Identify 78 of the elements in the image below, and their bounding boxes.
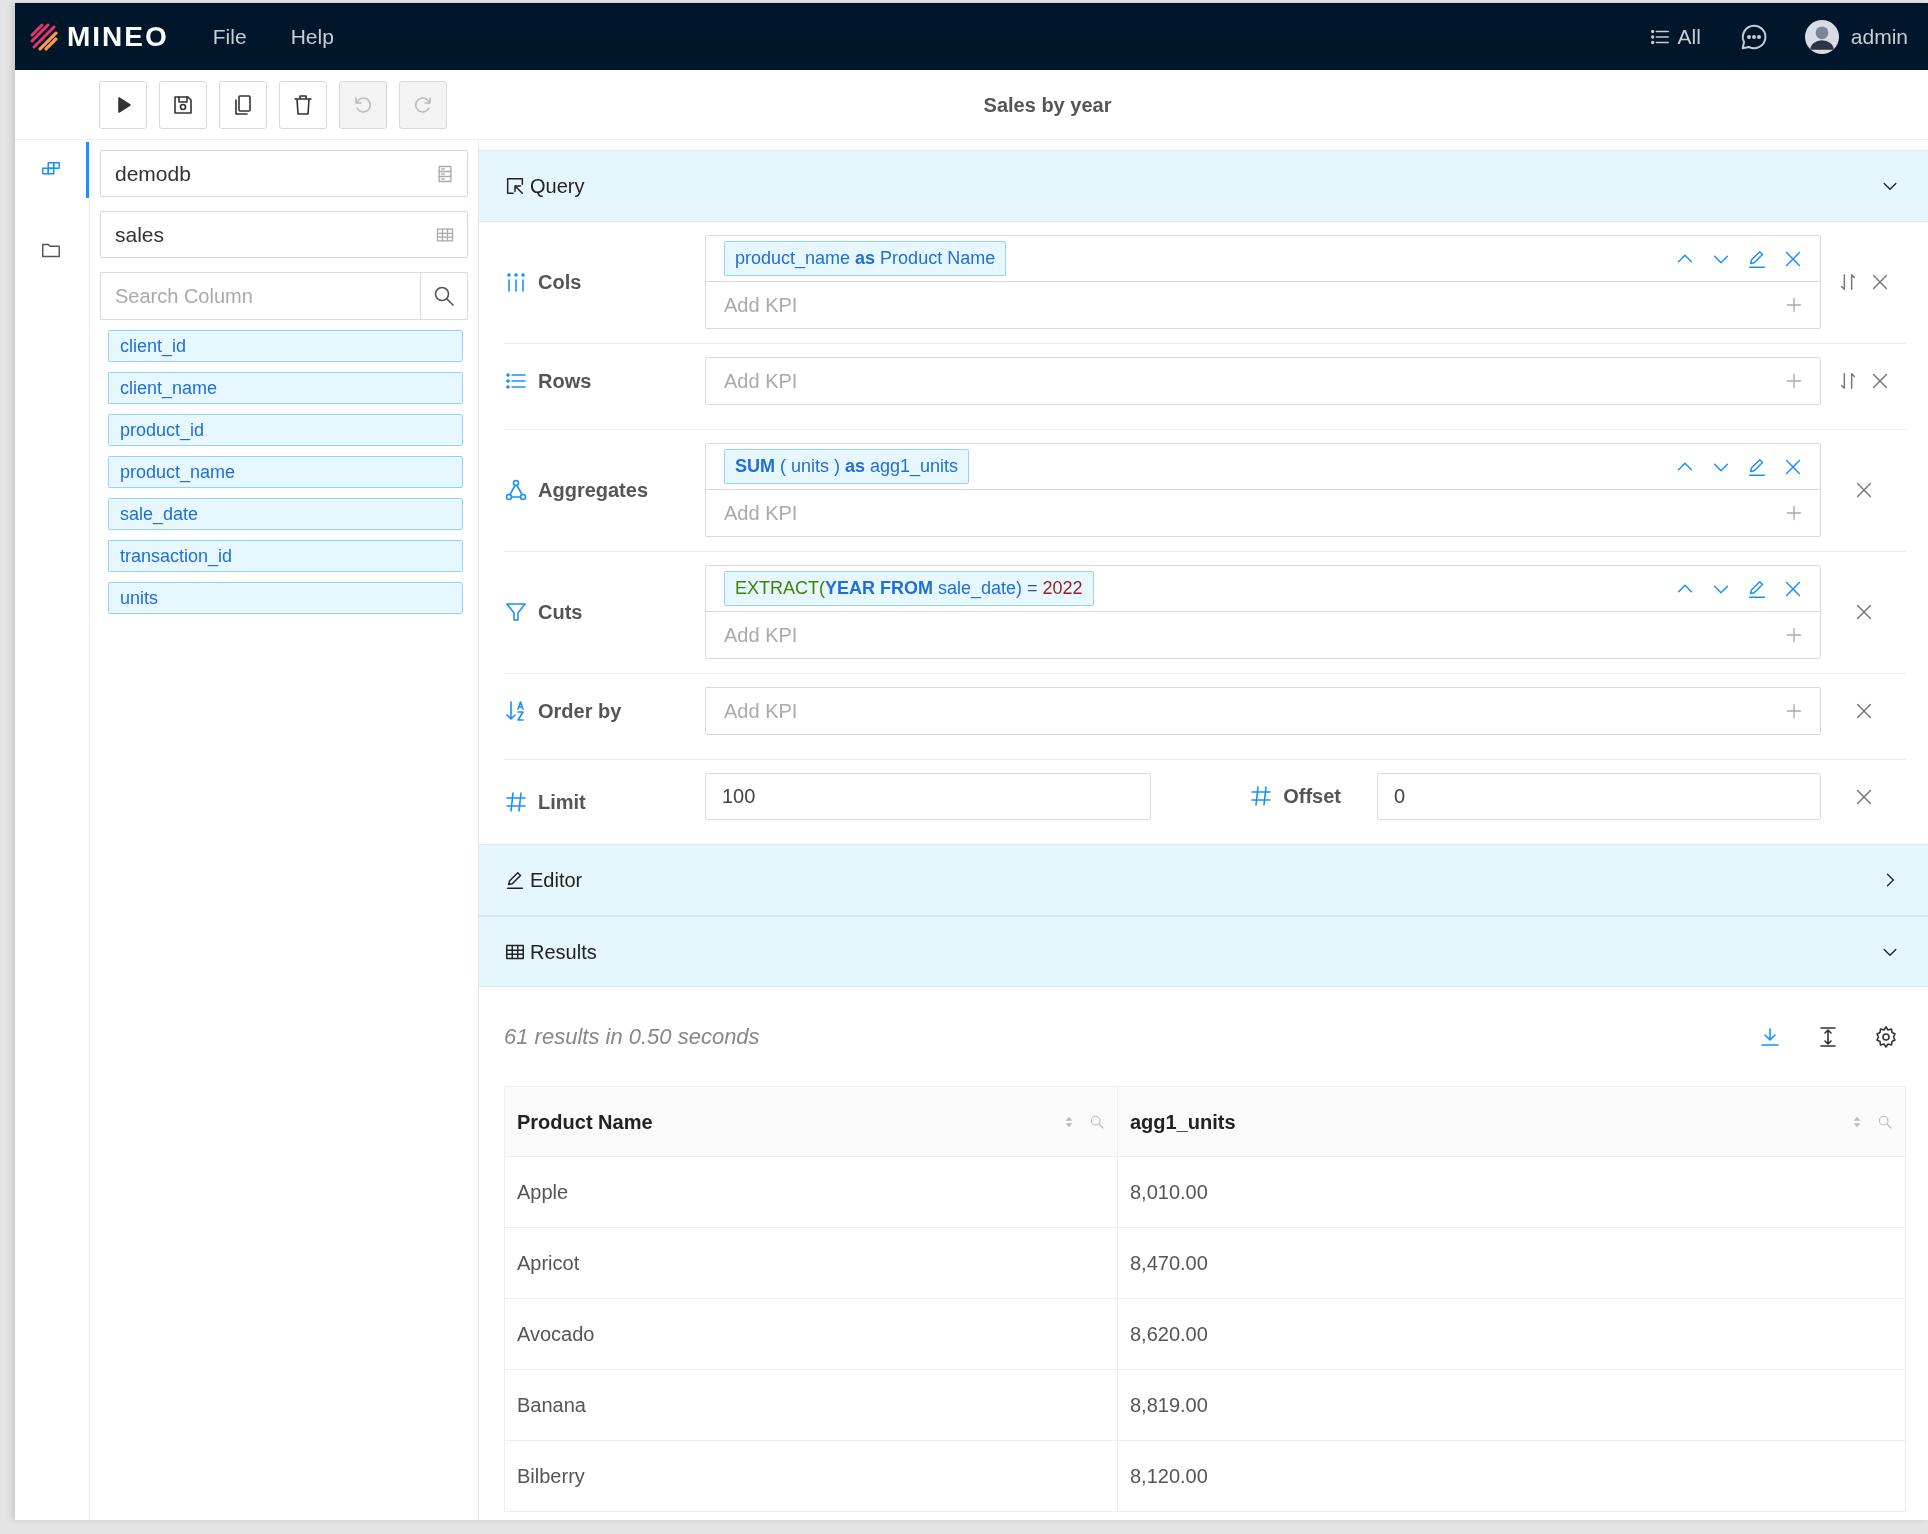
- column-item[interactable]: client_id: [108, 330, 463, 362]
- trash-icon: [291, 92, 315, 117]
- plus-icon: [1784, 625, 1804, 645]
- query-title: Sales by year: [983, 92, 1112, 118]
- avatar-icon: [1804, 19, 1839, 54]
- column-header[interactable]: Product Name: [517, 1106, 653, 1137]
- search-button[interactable]: [420, 272, 468, 320]
- pencil-icon: [504, 869, 526, 891]
- column-item[interactable]: client_name: [108, 372, 463, 404]
- delete-button[interactable]: [279, 80, 327, 129]
- search-field[interactable]: Search Column: [100, 272, 420, 320]
- table-cell: 8,620.00: [1117, 1298, 1906, 1370]
- section-label: Aggregates: [538, 478, 649, 503]
- offset-field[interactable]: 0: [1377, 773, 1821, 820]
- filter-search-button[interactable]: [1089, 1113, 1105, 1130]
- filter-button[interactable]: All: [1649, 20, 1701, 53]
- column-item[interactable]: product_id: [108, 414, 463, 446]
- section-label: Order by: [538, 699, 622, 724]
- column-item[interactable]: units: [108, 582, 463, 614]
- section-label: Cuts: [538, 600, 583, 625]
- search-icon: [1877, 1113, 1893, 1130]
- user-menu[interactable]: admin: [1804, 19, 1908, 54]
- logo-text: MINEO: [67, 19, 169, 54]
- kpi-tag[interactable]: EXTRACT(YEAR FROM sale_date) = 2022: [724, 571, 1094, 606]
- copy-button[interactable]: [219, 80, 267, 129]
- run-button[interactable]: [99, 80, 147, 129]
- table-cell: 8,010.00: [1117, 1156, 1906, 1228]
- table-cell: Apple: [504, 1156, 1118, 1228]
- table-cell: Bilberry: [504, 1440, 1118, 1512]
- menu-item[interactable]: File: [212, 20, 247, 53]
- logo-icon: [29, 21, 59, 52]
- accordion-header[interactable]: Editor: [479, 844, 1928, 916]
- table-cell: Apricot: [504, 1227, 1118, 1299]
- settings-button[interactable]: [1874, 1024, 1898, 1049]
- table-cell: Avocado: [504, 1298, 1118, 1370]
- table-cell: Banana: [504, 1369, 1118, 1441]
- node-graph-icon: [504, 478, 528, 502]
- database-select[interactable]: demodb: [100, 150, 468, 197]
- accordion-header[interactable]: Results: [479, 916, 1928, 987]
- settings-icon: [1874, 1024, 1898, 1049]
- limit-field[interactable]: 100: [705, 773, 1151, 820]
- add-button[interactable]: [1784, 371, 1804, 391]
- offset-label: Offset: [1283, 784, 1341, 809]
- menu-item[interactable]: Help: [290, 20, 334, 53]
- columns-icon: [504, 270, 528, 294]
- hash-icon: [1249, 784, 1274, 808]
- save-button[interactable]: [159, 80, 207, 129]
- plus-icon: [1784, 371, 1804, 391]
- column-item[interactable]: product_name: [108, 456, 463, 488]
- table-cell: 8,120.00: [1117, 1440, 1906, 1512]
- cursor-box-icon: [504, 175, 526, 197]
- add-button[interactable]: [1784, 503, 1804, 523]
- add-button[interactable]: [1784, 625, 1804, 645]
- table-cell: 8,470.00: [1117, 1227, 1906, 1299]
- section-label: Rows: [538, 369, 592, 394]
- kpi-tag[interactable]: product_name as Product Name: [724, 241, 1007, 276]
- kpi-tag[interactable]: SUM ( units ) as agg1_units: [724, 449, 970, 484]
- column-header[interactable]: agg1_units: [1130, 1106, 1236, 1137]
- filter-search-button[interactable]: [1877, 1113, 1893, 1130]
- search-icon: [1089, 1113, 1105, 1130]
- plus-icon: [1784, 295, 1804, 315]
- column-item[interactable]: transaction_id: [108, 540, 463, 572]
- table-name: sales: [115, 221, 165, 248]
- hash-icon: [504, 790, 528, 814]
- column-item[interactable]: sale_date: [108, 498, 463, 530]
- section-label: Cols: [538, 270, 582, 295]
- table-cell: 8,819.00: [1117, 1369, 1906, 1441]
- funnel-icon: [504, 600, 528, 624]
- database-name: demodb: [115, 160, 191, 187]
- search-icon: [432, 284, 456, 308]
- add-button[interactable]: [1784, 295, 1804, 315]
- accordion-header[interactable]: Query: [479, 150, 1928, 222]
- section-label: Limit: [538, 790, 586, 815]
- plus-icon: [1784, 503, 1804, 523]
- add-button[interactable]: [1784, 701, 1804, 721]
- results-summary: 61 results in 0.50 seconds: [504, 1023, 760, 1051]
- plus-icon: [1784, 701, 1804, 721]
- table-select[interactable]: sales: [100, 211, 468, 258]
